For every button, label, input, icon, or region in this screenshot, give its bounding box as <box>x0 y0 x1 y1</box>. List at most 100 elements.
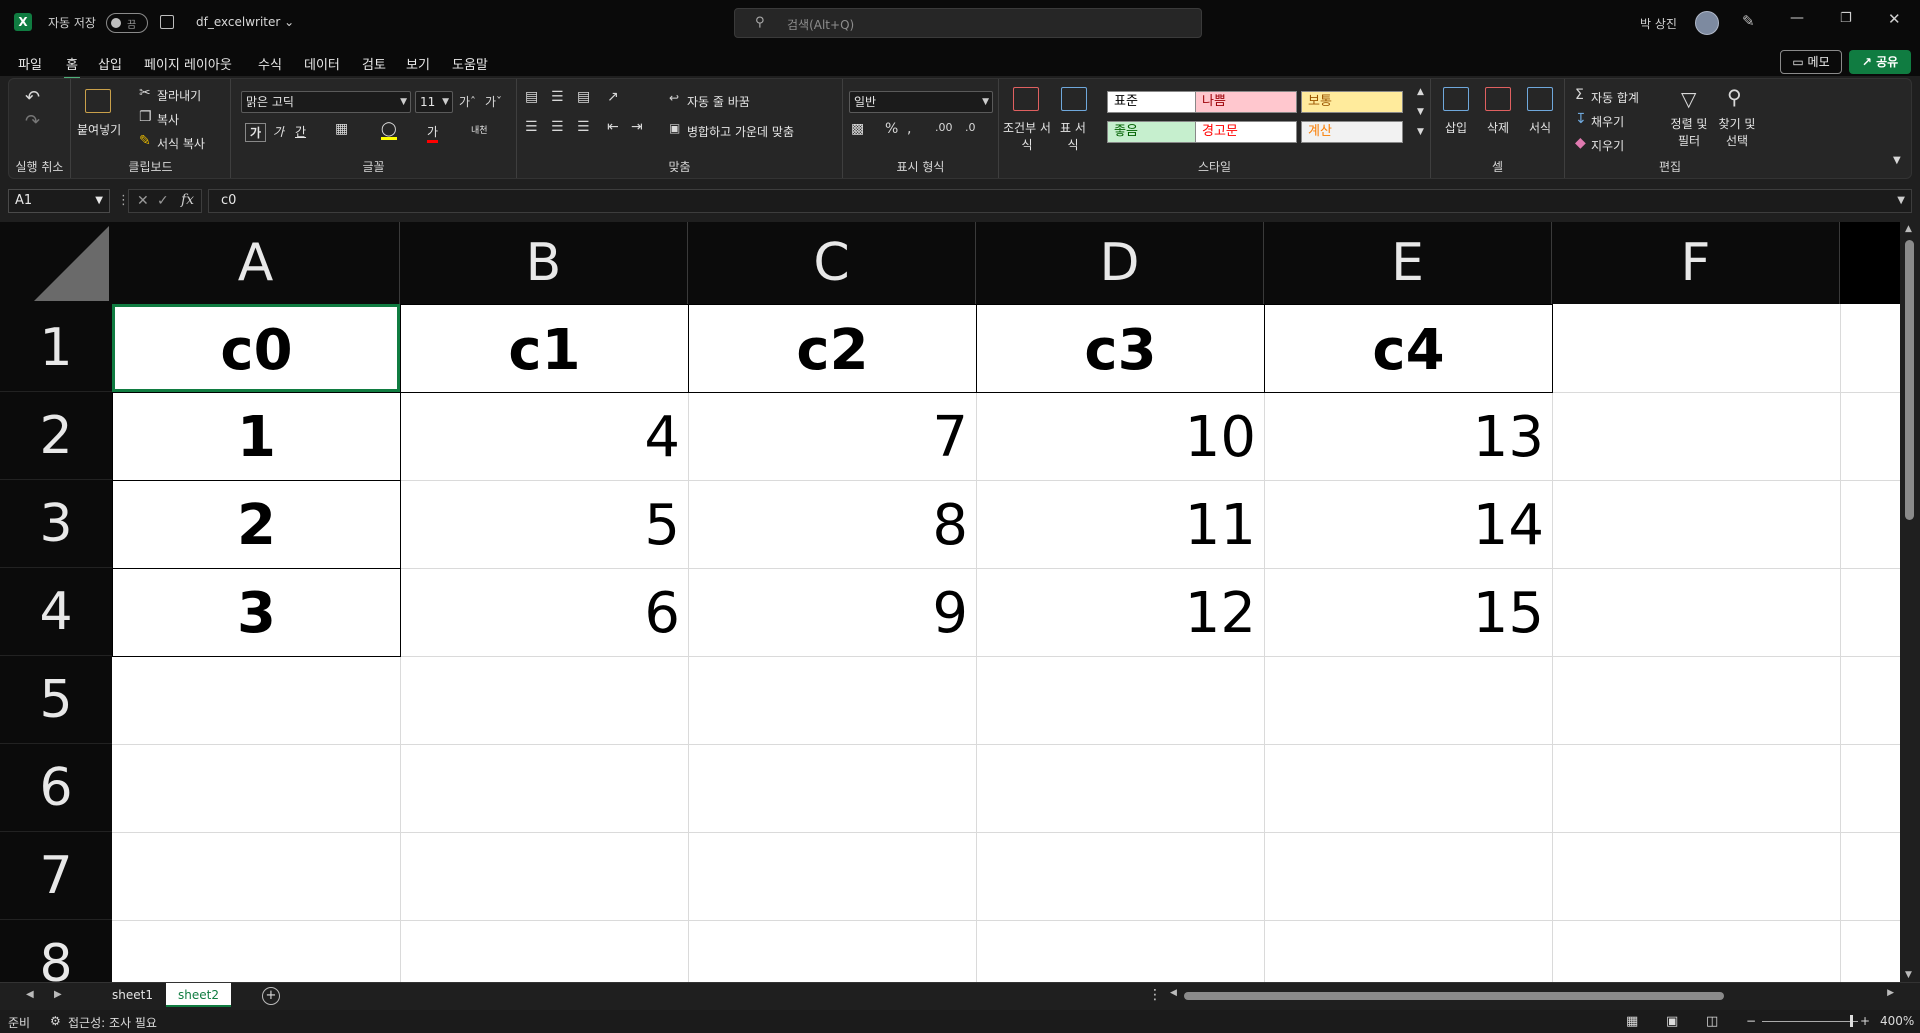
index-cell[interactable]: 3 <box>112 568 401 657</box>
close-button[interactable]: ✕ <box>1888 10 1901 28</box>
data-cell[interactable]: 10 <box>976 392 1264 480</box>
align-left-icon[interactable]: ☰ <box>525 119 538 135</box>
tab-review[interactable]: 검토 <box>362 54 386 73</box>
column-header-c[interactable]: C <box>688 222 976 304</box>
row-header-6[interactable]: 6 <box>0 744 112 832</box>
scroll-up-icon[interactable]: ▲ <box>1417 87 1424 97</box>
scroll-left-arrow-icon[interactable]: ◀ <box>1170 988 1177 998</box>
align-right-icon[interactable]: ☰ <box>577 119 590 135</box>
insert-cells-button[interactable]: 삽입 <box>1445 119 1467 136</box>
tab-page-layout[interactable]: 페이지 레이아웃 <box>144 54 232 73</box>
font-size-select[interactable]: 11 ▼ <box>415 91 453 113</box>
next-sheet-icon[interactable]: ▶ <box>54 989 62 1000</box>
index-cell[interactable]: 1 <box>112 392 401 481</box>
cancel-icon[interactable]: ✕ <box>137 193 149 209</box>
data-cell[interactable]: 6 <box>400 568 688 656</box>
collapse-ribbon-icon[interactable]: ▼ <box>1893 155 1901 166</box>
avatar[interactable] <box>1695 11 1719 35</box>
vertical-scrollbar[interactable]: ▲ ▼ <box>1900 222 1920 982</box>
paste-icon[interactable] <box>85 89 111 113</box>
tab-view[interactable]: 보기 <box>406 54 430 73</box>
tab-help[interactable]: 도움말 <box>452 54 488 73</box>
tab-insert[interactable]: 삽입 <box>98 54 122 73</box>
name-box[interactable]: A1 ▼ <box>8 189 110 213</box>
decrease-indent-icon[interactable]: ⇤ <box>607 119 619 135</box>
align-top-icon[interactable]: ▤ <box>525 89 538 105</box>
sheet-tab-sheet2[interactable]: sheet2 <box>166 983 231 1007</box>
data-cell[interactable]: 13 <box>1264 392 1552 480</box>
table-format-button[interactable]: 표 서식 <box>1055 119 1091 153</box>
clear-button[interactable]: 지우기 <box>1591 137 1624 154</box>
worksheet-grid[interactable]: ABCDEF 12345678 c0 c1 c2 c3 c4 1 2 3 4 7 10 13 5 8 11 1… <box>0 222 1920 982</box>
font-color-button[interactable]: 가 <box>427 123 439 143</box>
conditional-format-icon[interactable] <box>1013 87 1039 111</box>
scroll-up-arrow-icon[interactable]: ▲ <box>1905 224 1912 234</box>
data-cell[interactable]: 14 <box>1264 480 1552 568</box>
zoom-slider-thumb[interactable] <box>1850 1015 1853 1027</box>
bold-button[interactable]: 가 <box>245 123 267 142</box>
header-cell[interactable]: c1 <box>400 304 689 393</box>
comma-icon[interactable]: , <box>907 121 911 137</box>
tab-home[interactable]: 홈 <box>64 54 80 79</box>
column-header-f[interactable]: F <box>1552 222 1840 304</box>
fill-color-icon[interactable]: ◯ <box>381 121 397 140</box>
percent-icon[interactable]: % <box>885 121 898 137</box>
row-header-2[interactable]: 2 <box>0 392 112 480</box>
cell-style-2[interactable]: 나쁨 <box>1195 91 1297 113</box>
data-cell[interactable]: 12 <box>976 568 1264 656</box>
select-all-button[interactable] <box>0 222 112 304</box>
zoom-out-icon[interactable]: − <box>1746 1014 1756 1028</box>
wrap-text-button[interactable]: 자동 줄 바꿈 <box>687 93 750 110</box>
normal-view-icon[interactable]: ▦ <box>1626 1014 1638 1029</box>
cell-style-1[interactable]: 표준 <box>1107 91 1209 113</box>
italic-button[interactable]: 가 <box>273 123 284 140</box>
autosave-toggle[interactable]: 끔 <box>106 13 148 33</box>
minimize-button[interactable]: — <box>1790 10 1804 26</box>
cell-style-5[interactable]: 경고문 <box>1195 121 1297 143</box>
column-header-a[interactable]: A <box>112 222 400 304</box>
formula-input[interactable]: c0 ▼ <box>208 189 1912 213</box>
redo-icon[interactable]: ↷ <box>25 111 40 132</box>
align-center-icon[interactable]: ☰ <box>551 119 564 135</box>
autosum-button[interactable]: 자동 합계 <box>1591 89 1639 106</box>
column-header-b[interactable]: B <box>400 222 688 304</box>
accounting-icon[interactable]: ▩ <box>851 121 864 137</box>
find-select-button[interactable]: 찾기 및 선택 <box>1715 115 1759 149</box>
accessibility-status[interactable]: 접근성: 조사 필요 <box>68 1014 157 1031</box>
zoom-in-icon[interactable]: + <box>1860 1014 1870 1028</box>
row-header-7[interactable]: 7 <box>0 832 112 920</box>
conditional-format-button[interactable]: 조건부 서식 <box>1003 119 1051 153</box>
column-header-d[interactable]: D <box>976 222 1264 304</box>
horizontal-scrollbar[interactable]: ◀ ▶ <box>1170 988 1894 1002</box>
row-header-4[interactable]: 4 <box>0 568 112 656</box>
data-cell[interactable]: 15 <box>1264 568 1552 656</box>
undo-icon[interactable]: ↶ <box>25 87 40 108</box>
more-icon[interactable]: ⋮ <box>1148 987 1162 1003</box>
cut-button[interactable]: 잘라내기 <box>157 87 201 104</box>
number-format-select[interactable]: 일반 ▼ <box>849 91 993 113</box>
row-header-1[interactable]: 1 <box>0 304 112 392</box>
page-break-view-icon[interactable]: ◫ <box>1706 1014 1718 1029</box>
row-header-5[interactable]: 5 <box>0 656 112 744</box>
enter-icon[interactable]: ✓ <box>157 193 169 209</box>
scroll-down-arrow-icon[interactable]: ▼ <box>1905 970 1912 980</box>
horizontal-scroll-thumb[interactable] <box>1184 992 1724 1000</box>
paste-button[interactable]: 붙여넣기 <box>77 121 121 138</box>
insert-cells-icon[interactable] <box>1443 87 1469 111</box>
prev-sheet-icon[interactable]: ◀ <box>26 989 34 1000</box>
shrink-font-icon[interactable]: 가ˇ <box>485 93 502 110</box>
copy-button[interactable]: 복사 <box>157 111 179 128</box>
add-sheet-button[interactable]: + <box>262 987 280 1005</box>
data-cell[interactable]: 8 <box>688 480 976 568</box>
header-cell[interactable]: c4 <box>1264 304 1553 393</box>
format-cells-button[interactable]: 서식 <box>1529 119 1551 136</box>
sheet-tab-sheet1[interactable]: sheet1 <box>100 983 165 1007</box>
index-cell[interactable]: 2 <box>112 480 401 569</box>
data-cell[interactable]: 11 <box>976 480 1264 568</box>
data-cell[interactable]: 9 <box>688 568 976 656</box>
merge-center-button[interactable]: 병합하고 가운데 맞춤 <box>687 123 794 140</box>
decrease-decimal-icon[interactable]: .0 <box>965 121 976 134</box>
delete-cells-icon[interactable] <box>1485 87 1511 111</box>
cell-style-6[interactable]: 계산 <box>1301 121 1403 143</box>
font-name-select[interactable]: 맑은 고딕 ▼ <box>241 91 411 113</box>
